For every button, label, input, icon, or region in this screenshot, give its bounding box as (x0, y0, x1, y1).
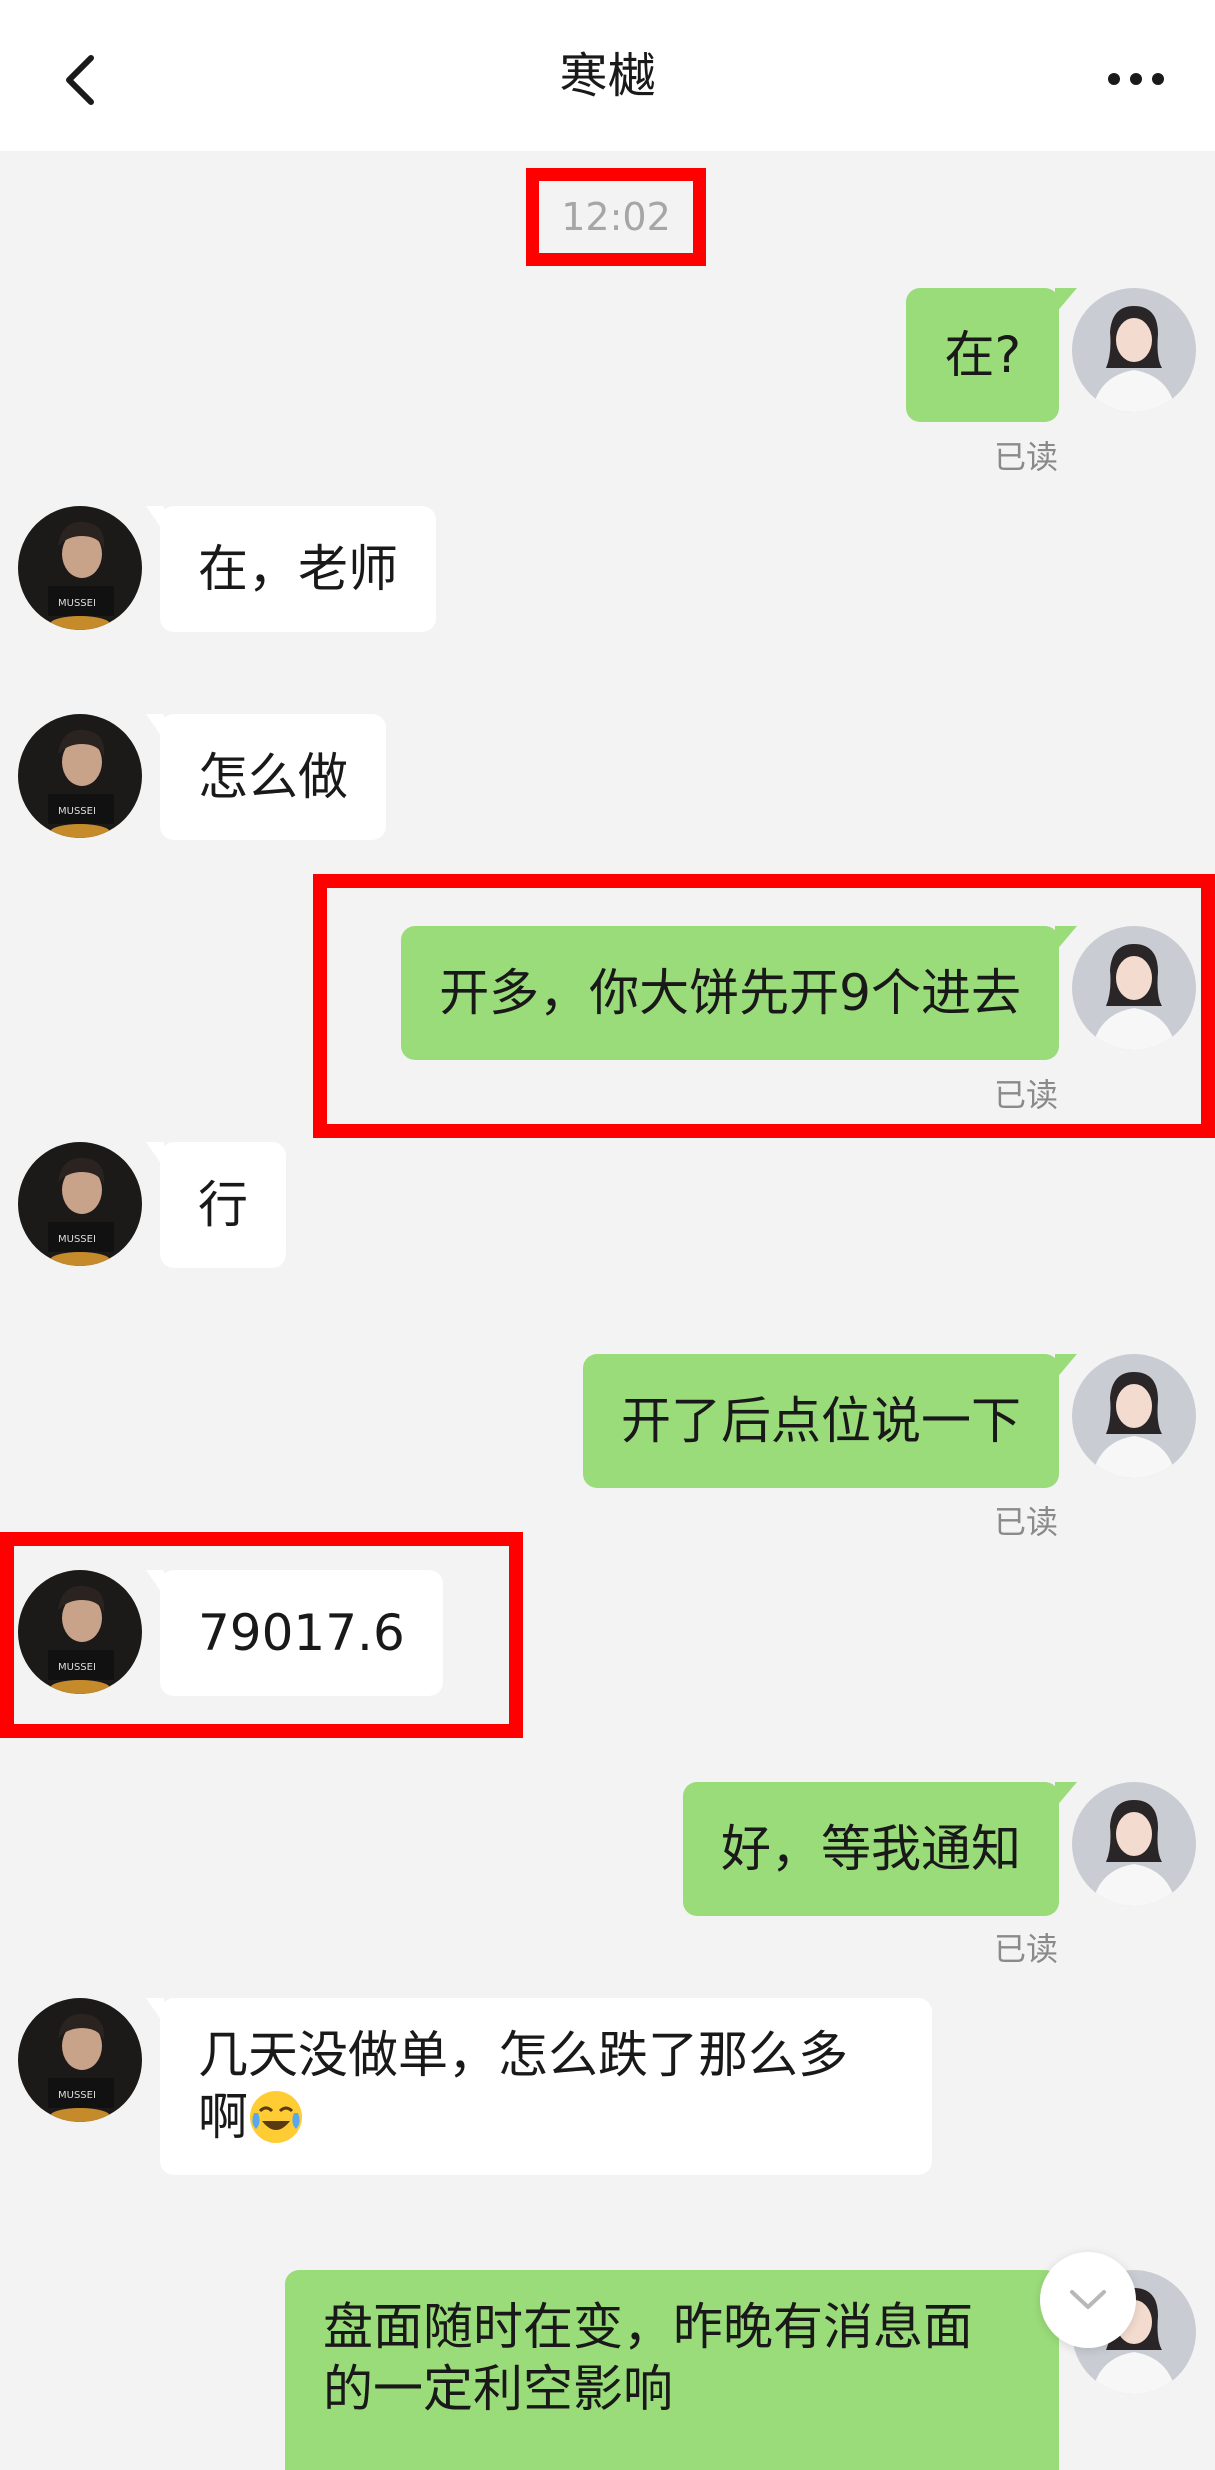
outgoing-message[interactable]: 开了后点位说一下 (583, 1354, 1077, 1488)
incoming-message[interactable]: 行 (146, 1142, 286, 1268)
read-status: 已读 (993, 1930, 1058, 1968)
chevron-down-icon (1070, 2290, 1106, 2309)
scroll-to-bottom-button[interactable] (1040, 2252, 1136, 2348)
incoming-message[interactable]: 79017.6 (146, 1570, 443, 1696)
avatar-contact[interactable]: MUSSEI (18, 1570, 142, 1694)
read-status: 已读 (993, 1503, 1058, 1541)
svg-text:MUSSEI: MUSSEI (58, 1662, 96, 1673)
message-line: 啊 (198, 2086, 894, 2149)
outgoing-message[interactable]: 好，等我通知 (683, 1782, 1077, 1916)
avatar-contact[interactable]: MUSSEI (18, 714, 142, 838)
svg-text:MUSSEI: MUSSEI (58, 2090, 96, 2101)
read-status: 已读 (993, 438, 1058, 476)
outgoing-message[interactable]: 开多，你大饼先开9个进去 (401, 926, 1077, 1060)
more-options-icon[interactable] (1106, 64, 1166, 94)
svg-text:MUSSEI: MUSSEI (58, 598, 96, 609)
message-line: 盘面随时在变，昨晚有消息面 (323, 2298, 973, 2356)
avatar-self[interactable] (1072, 288, 1196, 412)
message-line: 的一定利空影响 (323, 2360, 673, 2418)
avatar-contact[interactable]: MUSSEI (18, 1142, 142, 1266)
avatar-self[interactable] (1072, 1354, 1196, 1478)
outgoing-message[interactable]: 在? (906, 288, 1077, 422)
incoming-message[interactable]: 几天没做单，怎么跌了那么多 啊 (146, 1998, 932, 2175)
avatar-self[interactable] (1072, 1782, 1196, 1906)
svg-text:MUSSEI: MUSSEI (58, 806, 96, 817)
outgoing-message[interactable]: 盘面随时在变，昨晚有消息面 的一定利空影响 (285, 2270, 1077, 2470)
avatar-contact[interactable]: MUSSEI (18, 1998, 142, 2122)
message-timestamp: 12:02 (526, 168, 706, 266)
svg-text:MUSSEI: MUSSEI (58, 1234, 96, 1245)
chat-title: 寒樾 (559, 48, 656, 104)
avatar-contact[interactable]: MUSSEI (18, 506, 142, 630)
incoming-message[interactable]: 怎么做 (146, 714, 386, 840)
chat-header: 寒樾 (0, 0, 1215, 151)
incoming-message[interactable]: 在，老师 (146, 506, 436, 632)
read-status: 已读 (993, 1076, 1058, 1114)
message-line: 几天没做单，怎么跌了那么多 (198, 2026, 848, 2084)
avatar-self[interactable] (1072, 926, 1196, 1050)
face-with-tears-of-joy-icon (250, 2090, 302, 2143)
